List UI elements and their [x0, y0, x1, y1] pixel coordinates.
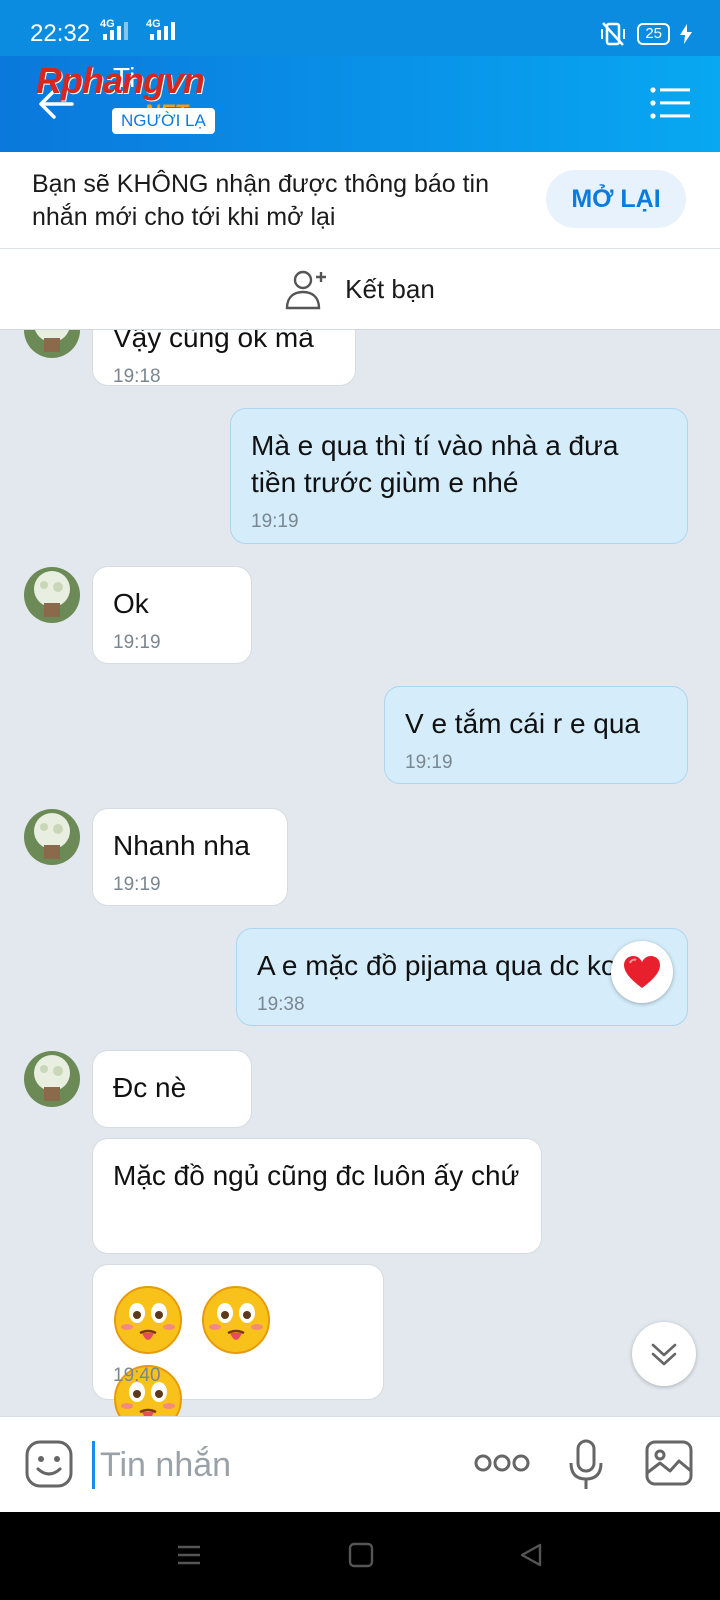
notification-muted-banner: Bạn sẽ KHÔNG nhận được thông báo tin nhắ… [0, 152, 720, 249]
charging-icon [680, 24, 692, 44]
microphone-icon[interactable] [568, 1439, 604, 1491]
message-text: Mà e qua thì tí vào nhà a đưa tiền trước… [251, 430, 619, 498]
message-bubble[interactable]: Đc nè [92, 1050, 252, 1128]
emoji-row [113, 1285, 363, 1416]
drooling-face-icon [114, 1286, 182, 1354]
status-right: 25 [599, 20, 692, 48]
status-bar: 22:32 4G 4G 25 [0, 0, 720, 56]
message-time: 19:19 [405, 752, 453, 773]
contact-avatar[interactable] [24, 809, 80, 865]
message-bubble[interactable]: Vậy cũng ok mà 19:18 [92, 330, 356, 387]
drooling-face-icon [201, 1286, 270, 1354]
contact-avatar[interactable] [24, 567, 80, 623]
message-time: 19:19 [113, 874, 161, 895]
add-friend-button[interactable]: Kết bạn [0, 249, 720, 330]
message-composer [0, 1416, 720, 1513]
notice-text: Bạn sẽ KHÔNG nhận được thông báo tin nhắ… [32, 170, 490, 231]
message-time: 19:19 [113, 632, 161, 653]
message-bubble[interactable]: Ok 19:19 [92, 566, 252, 664]
message-time: 19:19 [251, 511, 299, 532]
menu-nav-icon[interactable] [176, 1542, 202, 1568]
add-friend-icon [285, 270, 327, 310]
home-nav-icon[interactable] [348, 1542, 374, 1568]
signal-icon-2 [150, 22, 175, 40]
message-time: 19:18 [113, 366, 161, 387]
message-bubble[interactable]: Mặc đồ ngủ cũng đc luôn ấy chứ [92, 1138, 542, 1254]
reopen-button[interactable]: MỞ LẠI [546, 170, 686, 228]
image-gallery-icon[interactable] [644, 1439, 694, 1487]
menu-list-icon[interactable] [650, 86, 690, 120]
message-bubble[interactable]: 19:40 [92, 1264, 384, 1416]
message-text: V e tắm cái r e qua [405, 708, 641, 739]
message-bubble-outgoing[interactable]: Mà e qua thì tí vào nhà a đưa tiền trước… [230, 408, 688, 544]
message-text: Nhanh nha [113, 830, 251, 861]
sticker-icon[interactable] [24, 1439, 74, 1489]
more-options-icon[interactable] [474, 1453, 530, 1473]
scroll-to-bottom-button[interactable] [632, 1322, 696, 1386]
system-navigation-bar [0, 1512, 720, 1600]
message-text: Đc nè [113, 1072, 187, 1103]
message-list[interactable]: Vậy cũng ok mà 19:18 Mà e qua thì tí vào… [0, 330, 720, 1416]
contact-avatar[interactable] [24, 330, 80, 358]
message-input[interactable] [98, 1437, 442, 1493]
vibrate-icon [601, 22, 626, 46]
status-time: 22:32 [30, 20, 91, 47]
chat-header: Ti Rphangvn .NET NGƯỜI LẠ [0, 56, 720, 152]
heart-icon [624, 956, 660, 988]
message-bubble-outgoing[interactable]: A e mặc đồ pijama qua dc ko 19:38 [236, 928, 688, 1026]
message-text: A e mặc đồ pijama qua dc ko [257, 950, 617, 981]
heart-reaction[interactable] [611, 941, 673, 1003]
watermark-logo: Rphangvn [36, 60, 205, 101]
battery-indicator: 25 [637, 23, 670, 45]
message-time: 19:40 [113, 1365, 161, 1386]
message-text: Vậy cũng ok mà [113, 330, 314, 353]
message-time: 19:38 [257, 994, 305, 1015]
message-text: Ok [113, 588, 149, 619]
message-bubble[interactable]: Nhanh nha 19:19 [92, 808, 288, 906]
text-cursor [92, 1441, 95, 1489]
contact-avatar[interactable] [24, 1051, 80, 1107]
back-nav-icon[interactable] [518, 1542, 544, 1568]
double-chevron-down-icon [651, 1343, 677, 1366]
signal-icon-1 [103, 22, 128, 40]
add-friend-label: Kết bạn [345, 273, 435, 304]
message-text: Mặc đồ ngủ cũng đc luôn ấy chứ [113, 1160, 520, 1191]
stranger-badge: NGƯỜI LẠ [112, 108, 215, 134]
message-bubble-outgoing[interactable]: V e tắm cái r e qua 19:19 [384, 686, 688, 784]
